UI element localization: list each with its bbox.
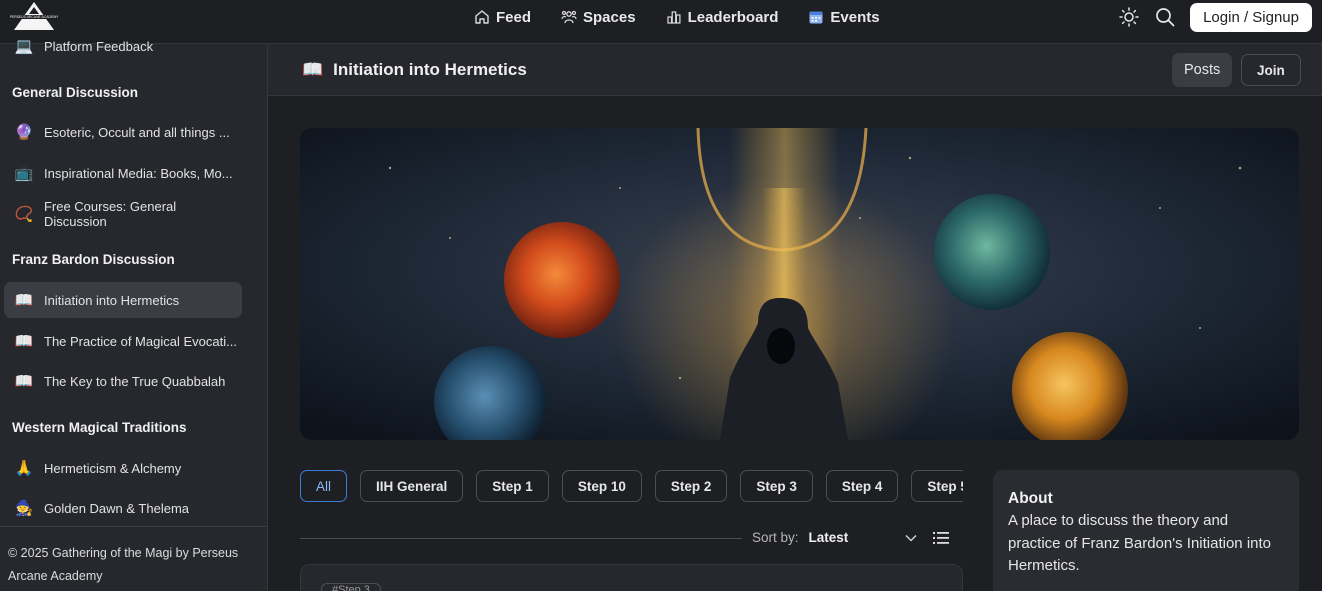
filter-chip-step-3[interactable]: Step 3: [740, 470, 813, 502]
sidebar-item-label: Platform Feedback: [44, 38, 154, 54]
tv-icon: 📺: [14, 165, 34, 182]
svg-text:PERSEUS ARCANE ACADEMY: PERSEUS ARCANE ACADEMY: [10, 15, 59, 19]
join-button[interactable]: Join: [1241, 54, 1301, 86]
nav-spaces-label: Spaces: [583, 8, 636, 26]
home-icon: [475, 10, 489, 24]
sidebar-item-golden-dawn-thelema[interactable]: 🧙 Golden Dawn & Thelema: [4, 490, 242, 526]
sidebar-item-label: Inspirational Media: Books, Mo...: [44, 165, 233, 181]
nav-events-label: Events: [830, 8, 880, 26]
crystal-ball-icon: 🔮: [14, 124, 34, 141]
praying-person-icon: 🙏: [14, 460, 34, 477]
filter-chip-step-2[interactable]: Step 2: [654, 470, 728, 502]
filter-chips: All IIH General Step 1 Step 10 Step 2 St…: [300, 470, 963, 502]
space-title-text: Initiation into Hermetics: [333, 60, 527, 79]
sidebar-item-label: The Key to the True Quabbalah: [44, 373, 226, 389]
sidebar-item-label: The Practice of Magical Evocati...: [44, 333, 237, 349]
sidebar-item-label: Initiation into Hermetics: [44, 292, 180, 308]
sidebar-item-free-courses[interactable]: 📿 Free Courses: General Discussion: [4, 196, 242, 232]
sidebar: 💻 Platform Feedback General Discussion 🔮…: [0, 38, 268, 591]
about-panel: About A place to discuss the theory and …: [993, 470, 1299, 591]
sidebar-group-title: General Discussion: [12, 85, 139, 100]
sidebar-item-label: Esoteric, Occult and all things ...: [44, 124, 230, 140]
filter-chip-step-1[interactable]: Step 1: [476, 470, 549, 502]
list-view-icon[interactable]: [932, 529, 950, 547]
sidebar-item-initiation-into-hermetics[interactable]: 📖 Initiation into Hermetics: [4, 282, 242, 318]
open-book-icon: 📖: [302, 60, 324, 79]
open-book-icon: 📖: [14, 373, 34, 390]
sidebar-item-label: Free Courses: General Discussion: [43, 199, 177, 229]
posts-tab-button[interactable]: Posts: [1172, 53, 1233, 87]
calendar-icon: [809, 11, 823, 24]
open-book-icon: 📖: [14, 292, 34, 309]
filter-chip-step-5[interactable]: Step 5: [911, 470, 963, 502]
sort-divider: [300, 538, 742, 539]
sidebar-group-title: Western Magical Traditions: [12, 420, 187, 435]
sidebar-item-platform-feedback[interactable]: 💻 Platform Feedback: [4, 28, 242, 64]
nav-feed[interactable]: Feed: [474, 9, 531, 26]
filter-chip-all[interactable]: All: [300, 470, 348, 502]
about-title: About: [1008, 490, 1053, 507]
main-nav: Feed Spaces Leaderboard Events: [474, 0, 880, 34]
sidebar-item-label: Hermeticism & Alchemy: [44, 460, 182, 476]
post-tag[interactable]: #Step 3: [321, 583, 381, 591]
sidebar-item-true-quabbalah[interactable]: 📖 The Key to the True Quabbalah: [4, 363, 242, 399]
nav-spaces[interactable]: Spaces: [561, 9, 636, 26]
nav-events[interactable]: Events: [808, 8, 880, 26]
nav-feed-label: Feed: [496, 8, 532, 26]
theme-toggle-sun-icon[interactable]: [1118, 6, 1140, 28]
filter-chip-iih-general[interactable]: IIH General: [360, 470, 464, 502]
sidebar-group-title: Franz Bardon Discussion: [12, 252, 175, 267]
people-icon: [561, 10, 577, 24]
search-icon[interactable]: [1154, 6, 1176, 28]
sidebar-item-hermeticism-alchemy[interactable]: 🙏 Hermeticism & Alchemy: [4, 450, 242, 486]
space-header: 📖 Initiation into Hermetics Posts Join: [268, 44, 1322, 96]
chevron-down-icon[interactable]: [905, 534, 917, 542]
space-title: 📖 Initiation into Hermetics: [302, 60, 527, 80]
sidebar-item-label: Golden Dawn & Thelema: [44, 500, 190, 516]
open-book-icon: 📖: [14, 333, 34, 350]
nav-actions: Login / Signup: [1118, 2, 1312, 32]
login-signup-button[interactable]: Login / Signup: [1190, 2, 1312, 32]
sort-value[interactable]: Latest: [809, 530, 905, 545]
about-text: A place to discuss the theory and practi…: [1008, 512, 1271, 574]
filter-chip-step-4[interactable]: Step 4: [825, 470, 899, 502]
filter-chip-step-10[interactable]: Step 10: [561, 470, 642, 502]
sort-label: Sort by:: [752, 530, 799, 545]
sidebar-footer: © 2025 Gathering of the Magi by Perseus …: [8, 546, 239, 583]
bar-chart-icon: [666, 11, 681, 24]
space-banner-image: [300, 128, 1299, 440]
laptop-icon: 💻: [14, 38, 34, 55]
post-card[interactable]: #Step 3: [300, 564, 963, 591]
sidebar-item-inspirational-media[interactable]: 📺 Inspirational Media: Books, Mo...: [4, 155, 242, 191]
sidebar-item-magical-evocation[interactable]: 📖 The Practice of Magical Evocati...: [4, 323, 242, 359]
prayer-beads-icon: 📿: [14, 206, 34, 223]
sidebar-item-esoteric[interactable]: 🔮 Esoteric, Occult and all things ...: [4, 114, 242, 150]
nav-leaderboard-label: Leaderboard: [687, 8, 779, 26]
sidebar-divider: [0, 526, 267, 527]
sort-control[interactable]: Sort by: Latest: [752, 530, 917, 545]
mage-icon: 🧙: [14, 500, 34, 517]
nav-leaderboard[interactable]: Leaderboard: [666, 8, 779, 26]
